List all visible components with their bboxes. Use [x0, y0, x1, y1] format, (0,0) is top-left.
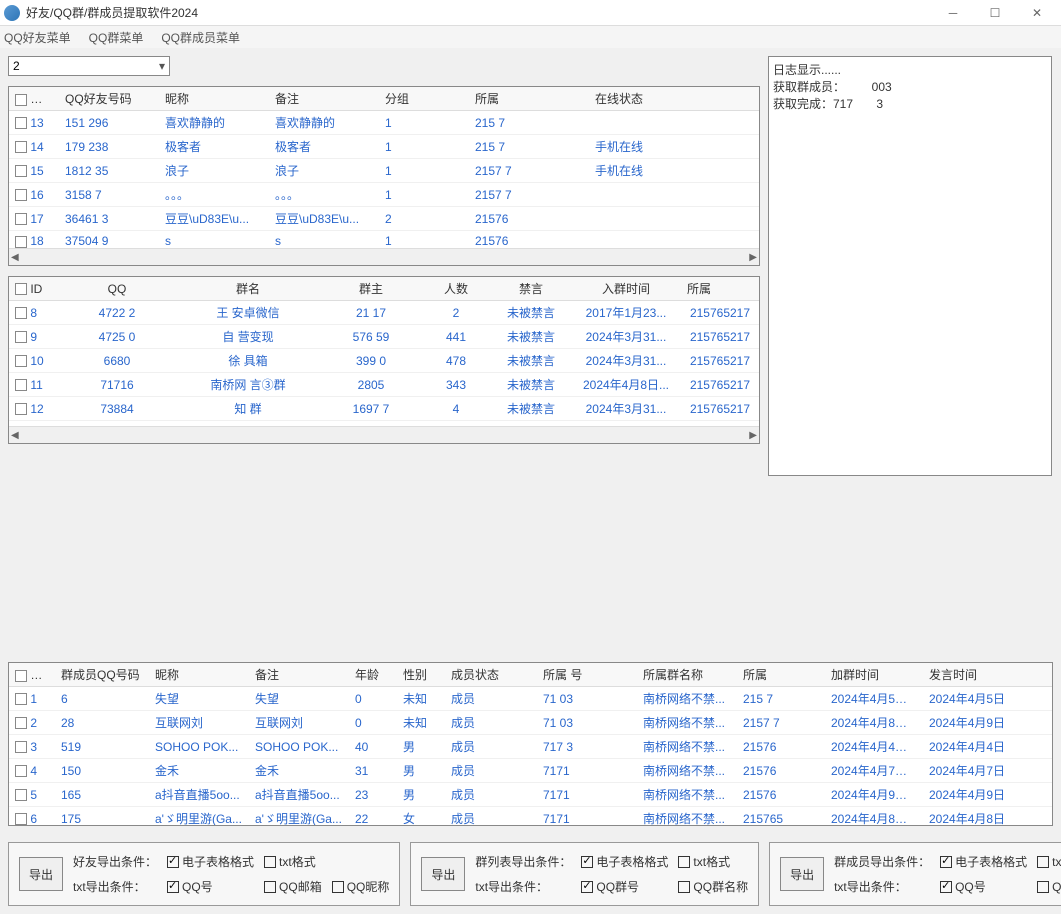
- groups-h-count[interactable]: 人数: [421, 277, 491, 301]
- members-h-sex[interactable]: 性别: [397, 663, 445, 687]
- friends-table: 编号 QQ好友号码 昵称 备注 分组 所属 在线状态 13151 296喜欢静静…: [8, 86, 760, 266]
- groups-h-name[interactable]: 群名: [175, 277, 321, 301]
- members-xls-check[interactable]: 电子表格格式: [940, 853, 1027, 870]
- friends-nick-check[interactable]: QQ昵称: [332, 878, 390, 895]
- menu-members[interactable]: QQ群成员菜单: [161, 29, 240, 46]
- members-txt-cond: txt导出条件：: [834, 878, 930, 895]
- members-h-status[interactable]: 成员状态: [445, 663, 537, 687]
- table-row[interactable]: 13151 296喜欢静静的喜欢静静的1215 7: [9, 111, 759, 135]
- members-export-title: 群成员导出条件：: [834, 853, 930, 870]
- friends-h-id[interactable]: 编号: [9, 87, 59, 111]
- table-row[interactable]: 151812 35浪子浪子12157 7手机在线: [9, 159, 759, 183]
- friends-mail-check[interactable]: QQ邮箱: [264, 878, 322, 895]
- members-h-jt[interactable]: 加群时间: [825, 663, 923, 687]
- friends-xls-check[interactable]: 电子表格格式: [167, 853, 254, 870]
- groups-name-check[interactable]: QQ群名称: [678, 878, 748, 895]
- friends-h-status[interactable]: 在线状态: [589, 87, 759, 111]
- friends-h-remark[interactable]: 备注: [269, 87, 379, 111]
- table-row[interactable]: 163158 7。。。。。。12157 7: [9, 183, 759, 207]
- groups-txt-check[interactable]: txt格式: [678, 853, 748, 870]
- members-h-st[interactable]: 发言时间: [923, 663, 1052, 687]
- groups-export-button[interactable]: 导出: [421, 857, 465, 891]
- friends-h-qq[interactable]: QQ好友号码: [59, 87, 159, 111]
- friends-h-nick[interactable]: 昵称: [159, 87, 269, 111]
- groups-table: ID QQ 群名 群主 人数 禁言 入群时间 所属 84722 2王 安卓微信2…: [8, 276, 760, 444]
- friends-hscroll[interactable]: ◀▶: [9, 248, 759, 265]
- table-row[interactable]: 14179 238极客者极客者1215 7手机在线: [9, 135, 759, 159]
- friends-h-belong[interactable]: 所属: [469, 87, 589, 111]
- groups-h-join[interactable]: 入群时间: [571, 277, 681, 301]
- groups-export-title: 群列表导出条件：: [475, 853, 571, 870]
- friends-txt-check[interactable]: txt格式: [264, 853, 322, 870]
- groups-xls-check[interactable]: 电子表格格式: [581, 853, 668, 870]
- table-row[interactable]: 1736461 3豆豆\uD83E\u...豆豆\uD83E\u...22157…: [9, 207, 759, 231]
- friends-export-box: 好友导出条件： 电子表格格式 txt格式 导出 txt导出条件： QQ号 QQ邮…: [8, 842, 400, 906]
- members-h-gname[interactable]: 所属群名称: [637, 663, 737, 687]
- members-h-qq[interactable]: 群成员QQ号码: [55, 663, 149, 687]
- groups-h-id[interactable]: ID: [9, 277, 59, 301]
- menu-bar: QQ好友菜单 QQ群菜单 QQ群成员菜单: [0, 26, 1061, 48]
- groups-h-qq[interactable]: QQ: [59, 277, 175, 301]
- friends-h-group[interactable]: 分组: [379, 87, 469, 111]
- table-row[interactable]: 1273884知 群1697 74未被禁言2024年3月31...2157652…: [9, 397, 759, 421]
- window-titlebar: 好友/QQ群/群成员提取软件2024 ─ ☐ ✕: [0, 0, 1061, 26]
- members-mail-check[interactable]: QQ邮箱: [1037, 878, 1061, 895]
- log-panel: 日志显示...... 获取群成员： 003 获取完成：717 3: [768, 56, 1052, 476]
- members-export-button[interactable]: 导出: [780, 857, 824, 891]
- table-row[interactable]: 94725 0自 营变现576 59441未被禁言2024年3月31...215…: [9, 325, 759, 349]
- table-row[interactable]: 106680 徐 具箱399 0478未被禁言2024年3月31...21576…: [9, 349, 759, 373]
- members-h-gnum[interactable]: 所属 号: [537, 663, 637, 687]
- members-table: 编号 群成员QQ号码 昵称 备注 年龄 性别 成员状态 所属 号 所属群名称 所…: [8, 662, 1053, 826]
- members-qq-check[interactable]: QQ号: [940, 878, 1027, 895]
- menu-groups[interactable]: QQ群菜单: [89, 29, 144, 46]
- friends-export-title: 好友导出条件：: [73, 853, 157, 870]
- groups-hscroll[interactable]: ◀▶: [9, 426, 759, 443]
- members-h-belong[interactable]: 所属: [737, 663, 825, 687]
- members-export-box: 群成员导出条件： 电子表格格式 txt格式 导出 txt导出条件： QQ号 QQ…: [769, 842, 1061, 906]
- minimize-button[interactable]: ─: [933, 1, 973, 25]
- members-h-remark[interactable]: 备注: [249, 663, 349, 687]
- maximize-button[interactable]: ☐: [975, 1, 1015, 25]
- table-row[interactable]: 84722 2王 安卓微信21 172未被禁言2017年1月23...21576…: [9, 301, 759, 325]
- groups-h-muted[interactable]: 禁言: [491, 277, 571, 301]
- friends-qq-check[interactable]: QQ号: [167, 878, 254, 895]
- groups-num-check[interactable]: QQ群号: [581, 878, 668, 895]
- close-button[interactable]: ✕: [1017, 1, 1057, 25]
- table-row[interactable]: 6175a'ゞ明里游(Ga...a'ゞ明里游(Ga...22女成员7171南桥网…: [9, 807, 1052, 826]
- members-h-age[interactable]: 年龄: [349, 663, 397, 687]
- table-row[interactable]: 5165a抖音直播5oo...a抖音直播5oo...23男成员7171南桥网络不…: [9, 783, 1052, 807]
- window-title: 好友/QQ群/群成员提取软件2024: [26, 4, 933, 21]
- table-row[interactable]: 4150金禾金禾31男成员7171南桥网络不禁...215762024年4月7日…: [9, 759, 1052, 783]
- groups-txt-cond: txt导出条件：: [475, 878, 571, 895]
- groups-h-owner[interactable]: 群主: [321, 277, 421, 301]
- table-row[interactable]: 1171716 南桥网 言③群2805343未被禁言2024年4月8日...21…: [9, 373, 759, 397]
- table-row[interactable]: 3519SOHOO POK...SOHOO POK...40男成员717 3南桥…: [9, 735, 1052, 759]
- members-h-nick[interactable]: 昵称: [149, 663, 249, 687]
- members-h-id[interactable]: 编号: [9, 663, 55, 687]
- table-row[interactable]: 228互联网刘互联网刘0未知成员71 03南桥网络不禁...2157 72024…: [9, 711, 1052, 735]
- friends-export-button[interactable]: 导出: [19, 857, 63, 891]
- members-txt-check[interactable]: txt格式: [1037, 853, 1061, 870]
- groups-export-box: 群列表导出条件： 电子表格格式 txt格式 导出 txt导出条件： QQ群号 Q…: [410, 842, 759, 906]
- table-row[interactable]: 13863572灰总公众 交流群34594956未被禁言2024年3月31...…: [9, 421, 759, 427]
- friends-txt-cond: txt导出条件：: [73, 878, 157, 895]
- app-icon: [4, 5, 20, 21]
- table-row[interactable]: 1837504 9ss121576: [9, 231, 759, 249]
- groups-h-belong[interactable]: 所属: [681, 277, 759, 301]
- account-combo[interactable]: 2: [8, 56, 170, 76]
- menu-friends[interactable]: QQ好友菜单: [4, 29, 71, 46]
- table-row[interactable]: 16失望失望0未知成员71 03南桥网络不禁...215 72024年4月5日.…: [9, 687, 1052, 711]
- combo-value: 2: [13, 59, 20, 73]
